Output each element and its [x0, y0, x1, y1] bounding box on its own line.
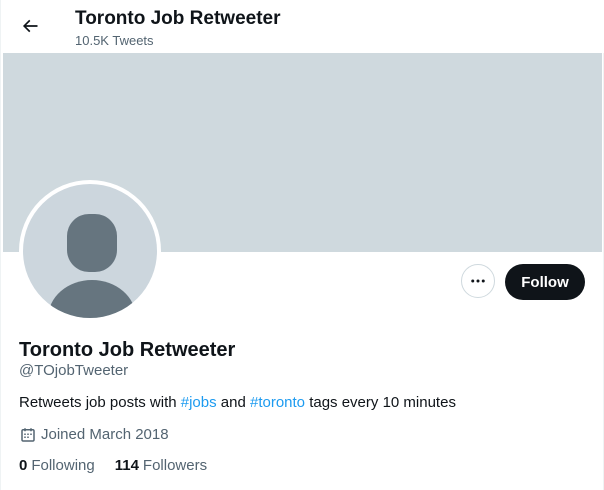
following-link[interactable]: 0 Following: [19, 457, 95, 475]
arrow-left-icon: [20, 16, 40, 36]
join-date-text: Joined March 2018: [41, 426, 169, 443]
more-options-button[interactable]: [461, 264, 495, 298]
bio-text: Retweets job posts with: [19, 394, 181, 411]
back-button[interactable]: [13, 9, 47, 43]
following-label: Following: [31, 457, 95, 474]
header-title: Toronto Job Retweeter: [75, 8, 281, 29]
display-name: Toronto Job Retweeter: [19, 339, 236, 361]
followers-count: 114: [114, 457, 139, 474]
following-count: 0: [19, 457, 28, 474]
profile-page: Toronto Job Retweeter 10.5K Tweets Follo…: [0, 0, 604, 490]
hashtag-jobs-link[interactable]: #jobs: [181, 394, 217, 411]
profile-bio: Retweets job posts with #jobs and #toron…: [19, 394, 456, 412]
followers-link[interactable]: 114 Followers: [115, 457, 207, 475]
tweet-count: 10.5K Tweets: [75, 33, 154, 48]
follow-counts: 0 Following 114 Followers: [19, 457, 227, 475]
calendar-icon: [19, 426, 37, 444]
profile-header: Toronto Job Retweeter 10.5K Tweets: [1, 0, 604, 53]
join-date: Joined March 2018: [19, 426, 169, 444]
more-dots-icon: [469, 272, 487, 290]
avatar[interactable]: [19, 180, 161, 322]
followers-label: Followers: [142, 457, 208, 474]
hashtag-toronto-link[interactable]: #toronto: [250, 394, 305, 411]
bio-text: tags every 10 minutes: [305, 394, 456, 411]
follow-button[interactable]: Follow: [505, 264, 585, 300]
user-handle: @TOjobTweeter: [19, 362, 129, 379]
bio-text: and: [216, 394, 250, 411]
default-avatar-icon: [23, 184, 157, 318]
